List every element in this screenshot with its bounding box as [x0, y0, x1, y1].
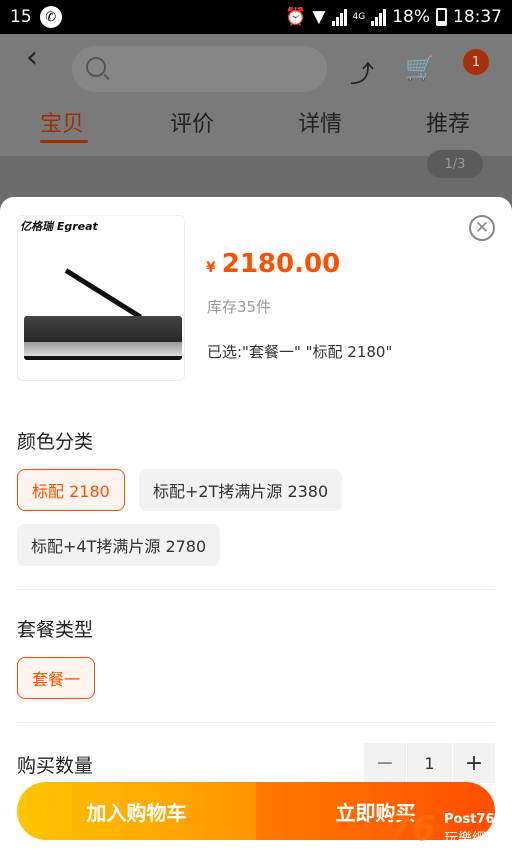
sku-sheet: 亿格瑞 Egreat ✕ ¥2180.00 库存35件 已选:"套餐一" "标配… [0, 197, 512, 850]
add-to-cart-button[interactable]: 加入购物车 [17, 782, 256, 840]
product-brand: 亿格瑞 Egreat [20, 220, 98, 233]
close-icon[interactable]: ✕ [469, 215, 495, 241]
share-icon[interactable]: ⤴ [350, 54, 374, 89]
quantity-value[interactable]: 1 [407, 743, 452, 783]
notification-count: 15 [10, 7, 32, 27]
device-antenna [64, 268, 142, 320]
cart-icon[interactable]: 🛒 [405, 54, 435, 82]
tab-details[interactable]: 详情 [298, 106, 342, 138]
option-4t-2780[interactable]: 标配+4T拷满片源 2780 [17, 524, 221, 566]
search-bar[interactable] [72, 46, 327, 92]
price-value: 2180.00 [221, 249, 341, 279]
tab-recommend[interactable]: 推荐 [426, 106, 470, 138]
watermark-logo: 76 Post76 玩樂網 [388, 812, 510, 848]
plus-button[interactable]: + [453, 743, 495, 783]
quantity-stepper: − 1 + [364, 743, 495, 783]
stock-count: 库存35件 [207, 298, 272, 316]
watermark-number: 76 [388, 809, 436, 849]
signal-icon-2 [371, 8, 387, 26]
signal-icon [331, 8, 347, 26]
quantity-title: 购买数量 [17, 755, 94, 777]
phone-icon: ✆ [39, 6, 62, 28]
battery-percent: 18% [392, 7, 430, 27]
watermark-bottom: 玩樂網 [444, 831, 486, 847]
minus-button[interactable]: − [364, 743, 406, 783]
cart-badge: 1 [463, 49, 489, 75]
price: ¥2180.00 [206, 249, 340, 279]
option-package-1[interactable]: 套餐一 [17, 657, 96, 699]
tab-reviews[interactable]: 评价 [170, 106, 214, 138]
selected-summary: 已选:"套餐一" "标配 2180" [207, 343, 393, 361]
clock: 18:37 [453, 7, 502, 27]
image-counter: 1/3 [427, 150, 483, 178]
active-tab-indicator [40, 140, 88, 143]
network-label: 4G [352, 12, 366, 22]
back-icon[interactable]: ‹ [26, 40, 38, 75]
tab-bar: 宝贝 评价 详情 推荐 [0, 106, 512, 146]
option-2t-2380[interactable]: 标配+2T拷满片源 2380 [139, 469, 343, 511]
watermark-top: Post76 [444, 812, 495, 827]
price-symbol: ¥ [206, 260, 216, 276]
divider [17, 589, 495, 590]
battery-icon [436, 8, 447, 26]
package-section-title: 套餐类型 [17, 619, 94, 641]
wifi-icon: ▼ [312, 7, 326, 27]
search-icon [86, 57, 106, 77]
tab-baobei[interactable]: 宝贝 [40, 106, 84, 138]
alarm-icon: ⏰ [285, 7, 307, 27]
option-standard-2180[interactable]: 标配 2180 [17, 469, 125, 511]
device-front [24, 342, 182, 356]
product-thumbnail[interactable]: 亿格瑞 Egreat [17, 215, 185, 381]
product-header: ‹ ⤴ 🛒 1 宝贝 评价 详情 推荐 [0, 34, 512, 156]
color-section-title: 颜色分类 [17, 431, 94, 453]
status-bar: 15 ✆ ⏰ ▼ 4G 18% 18:37 [0, 0, 512, 34]
divider [17, 722, 495, 723]
